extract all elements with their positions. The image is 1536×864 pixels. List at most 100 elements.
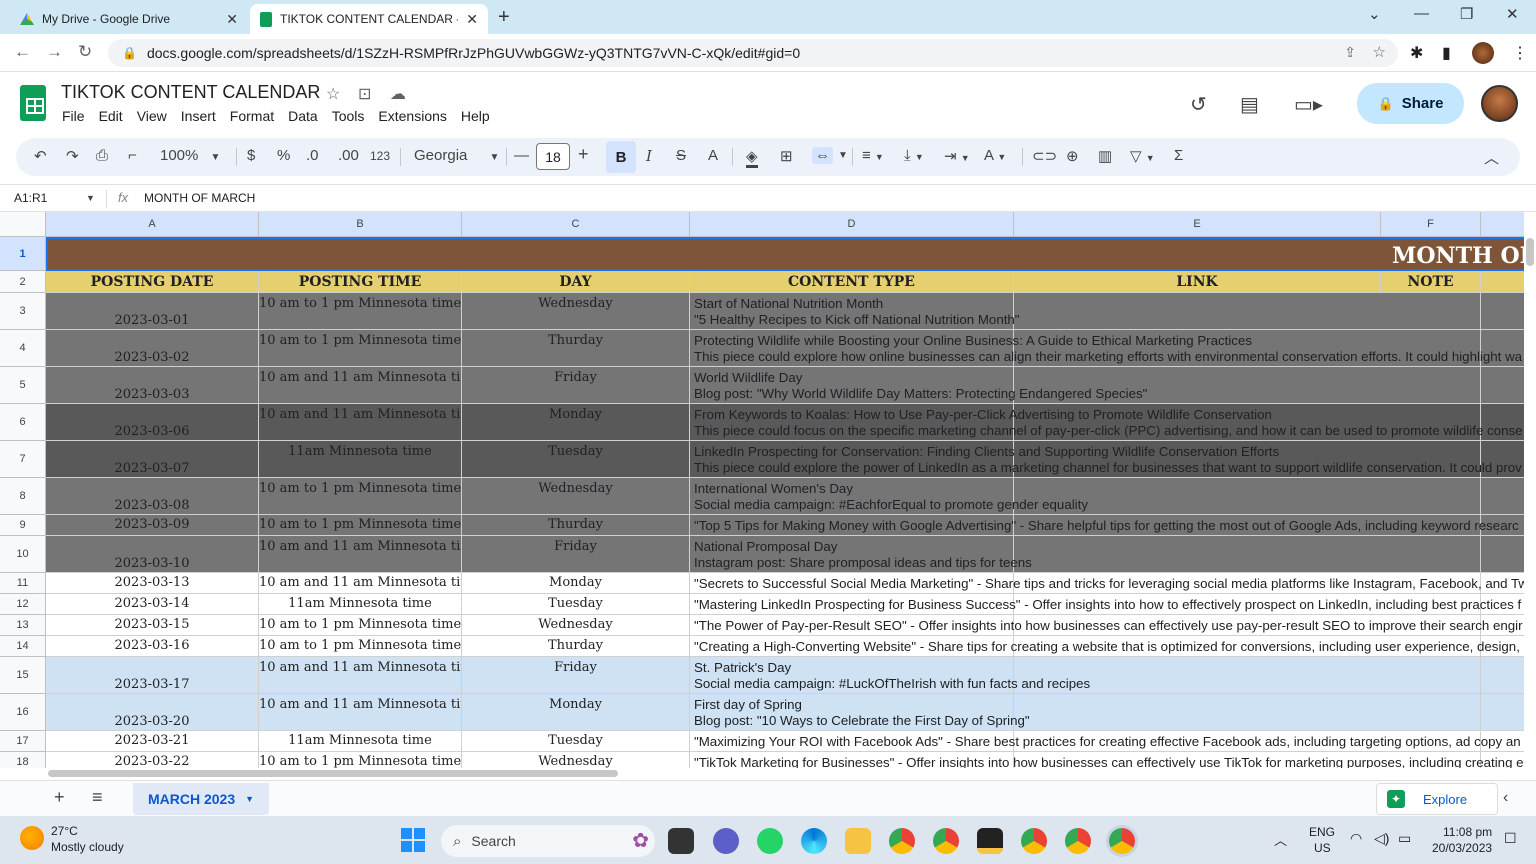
time-cell[interactable]: 10 am and 11 am Minnesota time (259, 657, 462, 694)
day-cell[interactable]: Thurday (462, 515, 690, 536)
content-cell[interactable]: First day of Spring Blog post: "10 Ways t… (690, 694, 1524, 731)
menu-file[interactable]: File (62, 108, 85, 124)
time-cell[interactable]: 10 am and 11 am Minnesota time (259, 573, 462, 594)
sticky-notes-icon[interactable] (977, 828, 1003, 854)
chrome-icon[interactable] (1021, 828, 1047, 854)
day-cell[interactable]: Monday (462, 573, 690, 594)
content-cell[interactable]: Start of National Nutrition Month "5 Heal… (690, 293, 1524, 330)
row-header[interactable]: 5 (0, 367, 46, 404)
browser-tab-sheets[interactable]: TIKTOK CONTENT CALENDAR - G ✕ (250, 4, 488, 34)
day-cell[interactable]: Friday (462, 657, 690, 694)
date-cell[interactable]: 2023-03-14 (46, 594, 259, 615)
column-header-e[interactable]: E (1014, 212, 1381, 237)
menu-help[interactable]: Help (461, 108, 490, 124)
row-header[interactable]: 8 (0, 478, 46, 515)
day-cell[interactable]: Wednesday (462, 293, 690, 330)
text-rotation-icon[interactable]: A ▼ (984, 147, 1006, 164)
name-box[interactable]: A1:R1 (14, 191, 47, 205)
tab-search-icon[interactable]: ⌄ (1368, 5, 1381, 23)
paint-format-icon[interactable]: ⌐ (128, 147, 137, 164)
notifications-icon[interactable]: ☐ (1504, 830, 1517, 847)
share-button[interactable]: 🔒 Share (1357, 83, 1464, 124)
formula-input[interactable]: MONTH OF MARCH (144, 191, 255, 205)
date-cell[interactable]: 2023-03-22 (46, 752, 259, 768)
date-cell[interactable]: 2023-03-17 (46, 657, 259, 694)
time-cell[interactable]: 11am Minnesota time (259, 594, 462, 615)
add-sheet-icon[interactable]: + (54, 787, 65, 808)
day-cell[interactable]: Thurday (462, 636, 690, 657)
collapse-toolbar-icon[interactable]: ︿ (1484, 147, 1499, 168)
extensions-puzzle-icon[interactable]: ✱ (1410, 43, 1423, 63)
whatsapp-icon[interactable] (757, 828, 783, 854)
version-history-icon[interactable]: ↺ (1190, 92, 1207, 117)
time-cell[interactable]: 10 am to 1 pm Minnesota time (259, 615, 462, 636)
select-all-corner[interactable] (0, 212, 46, 237)
star-icon[interactable]: ☆ (326, 84, 340, 104)
time-cell[interactable]: 10 am and 11 am Minnesota time (259, 694, 462, 731)
chrome-icon[interactable] (1109, 828, 1135, 854)
weather-icon[interactable] (20, 826, 44, 850)
fill-color-icon[interactable]: ◈ (746, 147, 758, 168)
column-header-d[interactable]: D (690, 212, 1014, 237)
date-cell[interactable]: 2023-03-06 (46, 404, 259, 441)
currency-format-button[interactable]: $ (247, 147, 255, 164)
filter-icon[interactable]: ▽ ▼ (1130, 147, 1155, 165)
row-header[interactable]: 2 (0, 271, 46, 293)
header-link[interactable]: LINK (1014, 271, 1381, 293)
content-cell[interactable]: LinkedIn Prospecting for Conservation: F… (690, 441, 1524, 478)
side-panel-toggle-icon[interactable]: ‹ (1503, 789, 1508, 807)
decrease-font-size-icon[interactable]: — (514, 147, 529, 164)
windows-start-icon[interactable] (401, 828, 425, 852)
content-cell[interactable]: National Promposal Day Instagram post: Sh… (690, 536, 1524, 573)
merged-title-cell[interactable]: MONTH OF (46, 237, 1524, 271)
sheets-logo-icon[interactable] (20, 85, 46, 121)
reload-icon[interactable]: ↻ (78, 42, 92, 62)
battery-icon[interactable]: ▭ (1398, 830, 1411, 847)
row-header[interactable]: 11 (0, 573, 46, 594)
date-cell[interactable]: 2023-03-10 (46, 536, 259, 573)
row-header[interactable]: 9 (0, 515, 46, 536)
content-cell[interactable]: World Wildlife Day Blog post: "Why World … (690, 367, 1524, 404)
undo-icon[interactable]: ↶ (34, 147, 47, 165)
insert-chart-icon[interactable]: ▥ (1098, 147, 1112, 165)
clock-time[interactable]: 11:08 pm (1443, 825, 1492, 839)
chrome-icon[interactable] (933, 828, 959, 854)
number-format-button[interactable]: 123 (370, 149, 390, 163)
maximize-icon[interactable]: ❐ (1460, 5, 1473, 23)
insert-comment-icon[interactable]: ⊕ (1066, 147, 1079, 165)
print-icon[interactable]: ⎙ (96, 147, 108, 164)
content-cell[interactable]: "Creating a High-Converting Website" - S… (690, 636, 1524, 657)
language-indicator[interactable]: ENG (1309, 825, 1335, 839)
date-cell[interactable]: 2023-03-09 (46, 515, 259, 536)
time-cell[interactable]: 10 am to 1 pm Minnesota time (259, 636, 462, 657)
time-cell[interactable]: 10 am to 1 pm Minnesota time (259, 515, 462, 536)
borders-icon[interactable]: ⊞ (780, 147, 793, 165)
day-cell[interactable]: Monday (462, 694, 690, 731)
browser-menu-icon[interactable]: ⋮ (1512, 43, 1528, 63)
browser-tab-drive[interactable]: My Drive - Google Drive ✕ (10, 4, 248, 34)
weather-temp[interactable]: 27°C (51, 824, 78, 838)
forward-icon[interactable]: → (46, 42, 63, 62)
taskbar-search[interactable]: ⌕ Search ✿ (441, 825, 655, 857)
close-window-icon[interactable]: ✕ (1506, 5, 1519, 23)
increase-font-size-icon[interactable]: + (578, 144, 589, 165)
time-cell[interactable]: 10 am to 1 pm Minnesota time (259, 478, 462, 515)
content-cell[interactable]: "Maximizing Your ROI with Facebook Ads" … (690, 731, 1524, 752)
profile-avatar-icon[interactable] (1472, 42, 1494, 64)
date-cell[interactable]: 2023-03-13 (46, 573, 259, 594)
redo-icon[interactable]: ↷ (66, 147, 79, 165)
content-cell[interactable]: International Women's Day Social media ca… (690, 478, 1524, 515)
day-cell[interactable]: Tuesday (462, 731, 690, 752)
header-posting-time[interactable]: POSTING TIME (259, 271, 462, 293)
file-explorer-icon[interactable] (845, 828, 871, 854)
task-view-icon[interactable] (668, 828, 694, 854)
day-cell[interactable]: Tuesday (462, 594, 690, 615)
chevron-down-icon[interactable]: ▼ (838, 150, 848, 161)
cloud-status-icon[interactable]: ☁ (390, 84, 406, 104)
header-empty-cell[interactable] (1481, 271, 1524, 293)
date-cell[interactable]: 2023-03-20 (46, 694, 259, 731)
menu-tools[interactable]: Tools (332, 108, 365, 124)
row-header[interactable]: 14 (0, 636, 46, 657)
close-tab-icon[interactable]: ✕ (226, 11, 238, 28)
chrome-icon[interactable] (889, 828, 915, 854)
